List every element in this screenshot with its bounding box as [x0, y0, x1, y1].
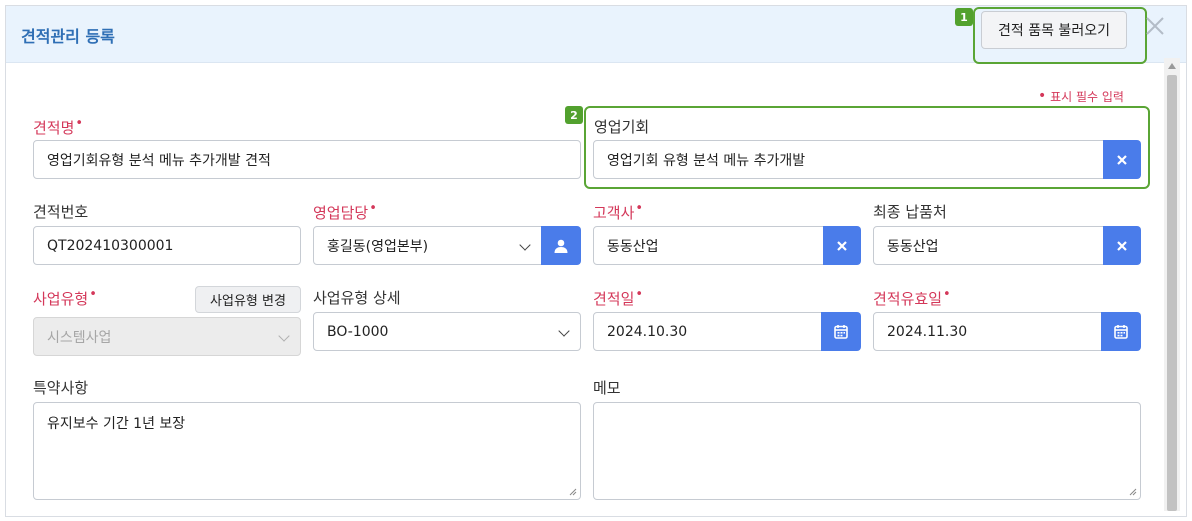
sales-rep-select[interactable]: 홍길동(영업본부) — [313, 226, 542, 265]
quote-number-label: 견적번호 — [33, 203, 89, 221]
opportunity-label: 영업기회 — [594, 118, 650, 136]
scroll-up-arrow-icon[interactable] — [1168, 63, 1176, 69]
final-delivery-input[interactable]: 동동산업 — [873, 226, 1104, 265]
callout-badge-2: 2 — [565, 106, 583, 124]
close-icon[interactable] — [1143, 15, 1167, 39]
quote-name-label: 견적명• — [33, 116, 84, 137]
chevron-down-icon — [278, 330, 290, 342]
valid-until-input[interactable]: 2024.11.30 — [873, 312, 1102, 351]
chevron-down-icon — [519, 239, 531, 251]
clear-icon — [1117, 154, 1127, 165]
clear-icon — [1117, 240, 1127, 251]
quote-name-input[interactable]: 영업기회유형 분석 메뉴 추가개발 견적 — [33, 140, 581, 179]
callout-badge-1: 1 — [955, 8, 973, 26]
special-terms-textarea[interactable]: 유지보수 기간 1년 보장 — [33, 402, 581, 500]
calendar-icon — [1114, 325, 1128, 339]
memo-label: 메모 — [593, 379, 621, 397]
customer-clear-button[interactable] — [823, 226, 861, 265]
sales-rep-search-button[interactable] — [541, 226, 581, 265]
customer-input[interactable]: 동동산업 — [593, 226, 824, 265]
final-delivery-label: 최종 납품처 — [873, 203, 947, 221]
dialog-title: 견적관리 등록 — [21, 27, 115, 46]
valid-until-calendar-button[interactable] — [1101, 312, 1141, 351]
required-marker: • — [1038, 88, 1047, 104]
valid-until-label: 견적유효일• — [873, 287, 951, 308]
quote-date-calendar-button[interactable] — [821, 312, 861, 351]
quote-date-label: 견적일• — [593, 287, 644, 308]
resize-grip-icon[interactable] — [1129, 488, 1137, 496]
load-quote-items-button[interactable]: 견적 품목 불러오기 — [981, 11, 1127, 49]
required-fields-note: • 표시 필수 입력 — [1038, 88, 1124, 105]
customer-label: 고객사• — [593, 201, 644, 222]
calendar-icon — [834, 325, 848, 339]
person-icon — [554, 239, 568, 253]
resize-grip-icon[interactable] — [569, 488, 577, 496]
special-terms-label: 특약사항 — [33, 379, 89, 397]
scrollbar-thumb[interactable] — [1167, 75, 1177, 511]
required-note-text: 표시 필수 입력 — [1050, 90, 1124, 104]
sales-rep-label: 영업담당• — [313, 201, 377, 222]
business-type-label: 사업유형• — [33, 287, 97, 308]
quote-number-input[interactable]: QT202410300001 — [33, 226, 301, 265]
opportunity-clear-button[interactable] — [1103, 140, 1141, 179]
change-business-type-button[interactable]: 사업유형 변경 — [195, 286, 301, 313]
business-type-detail-select[interactable]: BO-1000 — [313, 312, 581, 351]
opportunity-input[interactable]: 영업기회 유형 분석 메뉴 추가개발 — [593, 140, 1104, 179]
quote-date-input[interactable]: 2024.10.30 — [593, 312, 822, 351]
clear-icon — [837, 240, 847, 251]
chevron-down-icon — [558, 325, 570, 337]
memo-textarea[interactable] — [593, 402, 1141, 500]
business-type-select: 시스템사업 — [33, 317, 301, 356]
final-delivery-clear-button[interactable] — [1103, 226, 1141, 265]
business-type-detail-label: 사업유형 상세 — [313, 289, 401, 307]
